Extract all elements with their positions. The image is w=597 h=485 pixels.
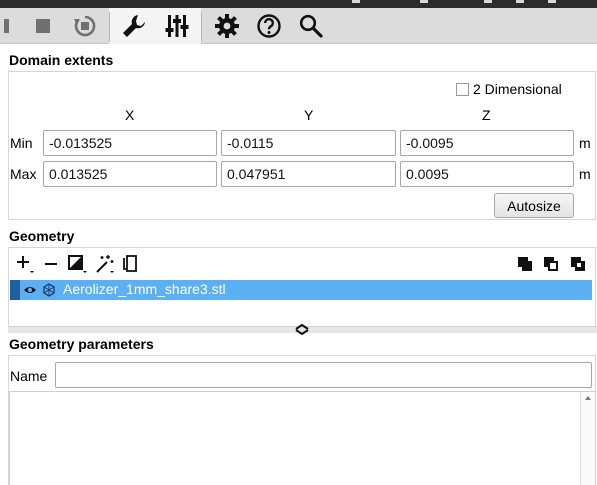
max-x-input[interactable]: 0.013525 [43,161,217,187]
name-input[interactable] [55,362,592,388]
visibility-toggle[interactable] [23,283,37,300]
geometry-title: Geometry [9,228,75,244]
max-unit-label: m [579,166,591,182]
gear-icon [215,14,239,38]
toolbar-separator [201,12,202,42]
strip-mark [484,0,492,3]
boolean-difference-button[interactable] [567,253,589,275]
strip-mark [420,0,428,3]
geometry-list-item[interactable]: Aerolizer_1mm_share3.stl [10,280,592,300]
min-z-input[interactable]: -0.0095 [400,130,574,156]
toolbar-separator [109,12,110,42]
reset-button[interactable] [71,12,99,40]
axis-y-label: Y [304,107,314,123]
remove-geometry-button[interactable] [40,253,62,275]
union-icon [518,257,532,271]
axis-z-label: Z [482,107,491,123]
geometry-parameters-title: Geometry parameters [9,336,154,352]
two-dimensional-label: 2 Dimensional [473,81,562,97]
panel-splitter[interactable] [8,323,597,335]
stl-type-indicator [42,283,56,300]
splitter-handle-icon [295,323,309,335]
two-dimensional-checkbox[interactable] [456,83,469,96]
preferences-button[interactable] [213,12,241,40]
strip-mark [352,0,360,3]
strip-mark [516,0,524,3]
min-x-input[interactable]: -0.013525 [43,130,217,156]
help-button[interactable] [255,12,283,40]
minus-icon [45,263,57,265]
min-unit-label: m [579,135,591,151]
window-top-strip [0,0,597,8]
domain-extents-title: Domain extents [9,52,114,68]
wrench-icon [123,15,145,37]
min-row-label: Min [10,135,33,151]
boolean-union-button[interactable] [514,253,536,275]
help-icon [257,14,281,38]
max-y-input[interactable]: 0.047951 [221,161,396,187]
wizard-button[interactable] [94,253,116,275]
settings-sliders-button[interactable] [163,12,191,40]
name-label: Name [10,368,48,384]
axis-x-label: X [125,107,135,123]
tools-button[interactable] [120,12,148,40]
item-color-marker [10,280,20,300]
strip-mark [548,0,556,3]
stop-button[interactable] [29,12,57,40]
mesh-icon [43,283,55,297]
plus-icon [17,256,34,273]
main-toolbar [0,8,597,44]
sliders-icon [165,15,189,37]
toolbar-partial-button[interactable] [0,12,18,40]
transform-icon [68,255,87,273]
geometry-item-name: Aerolizer_1mm_share3.stl [63,281,226,297]
search-button[interactable] [297,12,325,40]
partial-icon [4,19,9,33]
magic-wand-icon [96,255,114,273]
eye-icon [24,287,36,293]
reset-icon [74,15,96,37]
max-z-input[interactable]: 0.0095 [400,161,574,187]
scroll-up-icon[interactable] [585,396,591,400]
add-geometry-button[interactable] [14,253,36,275]
copy-icon [123,255,137,272]
boolean-intersect-button[interactable] [540,253,562,275]
max-row-label: Max [10,166,37,182]
autosize-button[interactable]: Autosize [494,193,574,218]
parameters-text-area[interactable] [9,391,596,485]
copy-geometry-button[interactable] [120,253,142,275]
intersect-icon [544,257,558,271]
vertical-scrollbar[interactable] [580,392,595,485]
min-y-input[interactable]: -0.0115 [221,130,396,156]
difference-icon [571,257,585,271]
transform-geometry-button[interactable] [66,253,88,275]
stop-icon [36,19,50,33]
search-icon [299,14,323,38]
